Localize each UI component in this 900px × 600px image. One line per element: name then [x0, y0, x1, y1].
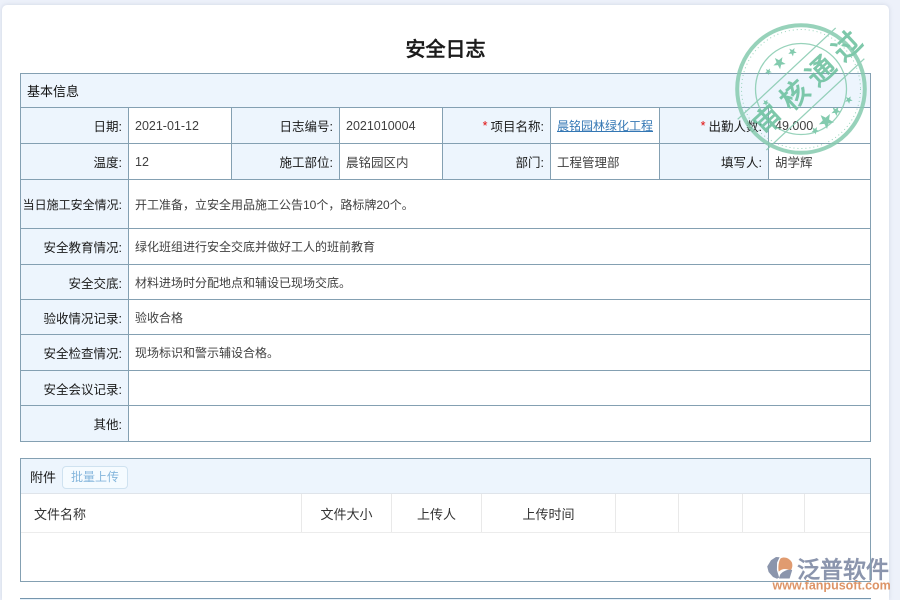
svg-text:审核通过: 审核通过 [747, 21, 869, 141]
